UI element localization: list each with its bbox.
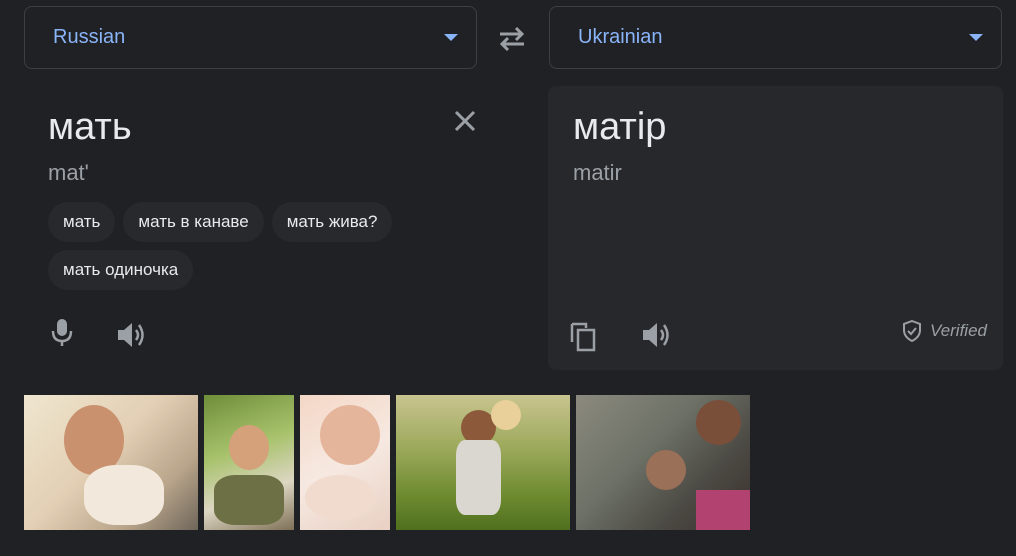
- suggestion-chip[interactable]: мать одиночка: [48, 250, 194, 290]
- suggestion-chips: мать мать в канаве мать жива? мать одино…: [48, 202, 458, 290]
- target-panel: матір matir Verified: [548, 86, 1003, 370]
- image-thumbnail[interactable]: [576, 395, 750, 530]
- image-thumbnail[interactable]: [24, 395, 198, 530]
- chevron-down-icon: [444, 34, 458, 41]
- suggestion-chip[interactable]: мать в канаве: [123, 202, 264, 242]
- speaker-icon[interactable]: [640, 319, 672, 351]
- target-word: матір: [573, 106, 667, 148]
- image-thumbnail[interactable]: [204, 395, 294, 530]
- target-language-select[interactable]: Ukrainian: [549, 6, 1002, 69]
- copy-icon[interactable]: [568, 320, 600, 352]
- shield-check-icon: [902, 320, 921, 342]
- close-icon[interactable]: [452, 108, 478, 134]
- suggestion-chip[interactable]: мать жива?: [271, 202, 393, 242]
- microphone-icon[interactable]: [46, 316, 78, 348]
- source-word[interactable]: мать: [48, 106, 132, 149]
- speaker-icon[interactable]: [115, 319, 147, 351]
- swap-languages-icon[interactable]: [496, 24, 528, 54]
- image-thumbnail[interactable]: [396, 395, 570, 530]
- suggestion-chip[interactable]: мать: [48, 202, 116, 242]
- verified-badge: Verified: [902, 320, 987, 342]
- source-language-select[interactable]: Russian: [24, 6, 477, 69]
- verified-label: Verified: [929, 321, 987, 340]
- chevron-down-icon: [969, 34, 983, 41]
- target-transliteration: matir: [573, 160, 622, 185]
- source-panel: мать mat' мать мать в канаве мать жива? …: [24, 86, 501, 370]
- source-transliteration: mat': [48, 160, 89, 185]
- source-language-label: Russian: [53, 26, 126, 48]
- target-language-label: Ukrainian: [578, 26, 663, 48]
- image-thumbnail[interactable]: [300, 395, 390, 530]
